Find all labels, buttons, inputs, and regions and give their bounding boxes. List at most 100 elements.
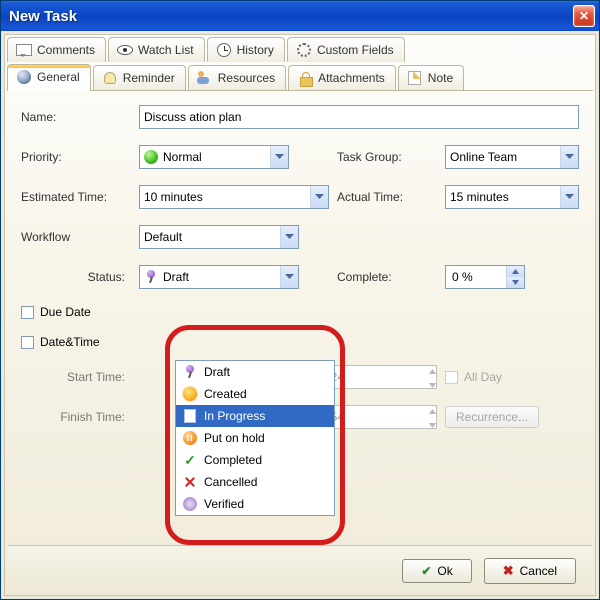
name-label: Name:	[21, 110, 131, 124]
esttime-value: 10 minutes	[144, 190, 203, 204]
dialog-footer: ✔ Ok ✖ Cancel	[8, 545, 592, 595]
status-option-verified[interactable]: Verified	[176, 493, 334, 515]
dialog-window: New Task ✕ Comments Watch List History C…	[0, 0, 600, 600]
complete-spinner[interactable]: 0 %	[445, 265, 525, 289]
duedate-checkbox[interactable]	[21, 306, 34, 319]
priority-value: Normal	[163, 150, 202, 164]
title-bar: New Task ✕	[1, 1, 599, 31]
tab-reminder[interactable]: Reminder	[93, 65, 186, 90]
datetime-row: Date&Time	[21, 335, 579, 349]
ok-button[interactable]: ✔ Ok	[402, 559, 471, 583]
tab-label: Attachments	[318, 71, 385, 85]
spinner-down-icon[interactable]	[506, 277, 524, 288]
taskgroup-value: Online Team	[450, 150, 517, 164]
tab-note[interactable]: Note	[398, 65, 464, 90]
acttime-combo[interactable]: 15 minutes	[445, 185, 579, 209]
spinner-up-icon[interactable]	[429, 363, 436, 377]
duedate-label: Due Date	[40, 305, 91, 319]
priority-icon	[144, 150, 158, 164]
eye-icon	[117, 42, 133, 58]
acttime-value: 15 minutes	[450, 190, 509, 204]
dd-label: In Progress	[204, 409, 265, 423]
allday-row: All Day	[445, 370, 502, 384]
spinner-down-icon[interactable]	[429, 377, 436, 391]
bell-icon	[102, 70, 118, 86]
datetime-checkbox[interactable]	[21, 336, 34, 349]
dd-label: Created	[204, 387, 247, 401]
workflow-combo[interactable]: Default	[139, 225, 299, 249]
close-icon: ✕	[579, 9, 589, 23]
tab-row-top: Comments Watch List History Custom Field…	[7, 37, 593, 62]
status-label: Status:	[21, 270, 131, 284]
dd-label: Put on hold	[204, 431, 265, 445]
tab-label: Custom Fields	[317, 43, 394, 57]
priority-label: Priority:	[21, 150, 131, 164]
taskgroup-label: Task Group:	[337, 150, 437, 164]
allday-label: All Day	[464, 370, 502, 384]
status-option-inprogress[interactable]: In Progress	[176, 405, 334, 427]
status-option-putonhold[interactable]: II Put on hold	[176, 427, 334, 449]
tab-history[interactable]: History	[207, 37, 285, 62]
esttime-label: Estimated Time:	[21, 190, 131, 204]
check-icon: ✔	[421, 564, 431, 578]
tab-general[interactable]: General	[7, 64, 91, 91]
taskgroup-combo[interactable]: Online Team	[445, 145, 579, 169]
tab-row-bottom: General Reminder Resources Attachments N…	[7, 64, 593, 90]
comment-icon	[16, 42, 32, 58]
tab-label: General	[37, 70, 80, 84]
tab-resources[interactable]: Resources	[188, 65, 286, 90]
note-icon	[407, 70, 423, 86]
priority-combo[interactable]: Normal	[139, 145, 289, 169]
page-icon	[182, 408, 198, 424]
spinner-down-icon[interactable]	[429, 417, 436, 431]
recurrence-button[interactable]: Recurrence...	[445, 406, 539, 428]
xred-icon	[182, 474, 198, 490]
tab-label: Reminder	[123, 71, 175, 85]
people-icon	[197, 70, 213, 86]
datetime-label: Date&Time	[40, 335, 100, 349]
tab-rows: Comments Watch List History Custom Field…	[5, 37, 595, 90]
tab-comments[interactable]: Comments	[7, 37, 106, 62]
acttime-label: Actual Time:	[337, 190, 437, 204]
pin-purple-icon	[144, 270, 158, 284]
status-combo[interactable]: Draft	[139, 265, 299, 289]
dd-label: Draft	[204, 365, 230, 379]
esttime-combo[interactable]: 10 minutes	[139, 185, 329, 209]
chevron-down-icon[interactable]	[310, 186, 328, 208]
complete-label: Complete:	[337, 270, 437, 284]
status-dropdown[interactable]: Draft Created In Progress IIPut on hold …	[175, 360, 335, 516]
chevron-down-icon[interactable]	[270, 146, 288, 168]
status-option-draft[interactable]: Draft	[176, 361, 334, 383]
spinner-up-icon[interactable]	[429, 403, 436, 417]
dd-label: Verified	[204, 497, 244, 511]
lock-icon	[297, 70, 313, 86]
name-input[interactable]: Discuss ation plan	[139, 105, 579, 129]
dd-label: Cancelled	[204, 475, 257, 489]
spinner-up-icon[interactable]	[506, 266, 524, 277]
tab-watchlist[interactable]: Watch List	[108, 37, 205, 62]
cancel-icon: ✖	[503, 563, 514, 579]
tab-label: History	[237, 43, 274, 57]
complete-value: 0 %	[446, 270, 506, 284]
chevron-down-icon[interactable]	[280, 266, 298, 288]
chevron-down-icon[interactable]	[560, 146, 578, 168]
chevron-down-icon[interactable]	[560, 186, 578, 208]
sphere-icon	[16, 69, 32, 85]
tab-attachments[interactable]: Attachments	[288, 65, 396, 90]
status-option-completed[interactable]: ✓Completed	[176, 449, 334, 471]
sun-icon	[182, 386, 198, 402]
tab-customfields[interactable]: Custom Fields	[287, 37, 405, 62]
cancel-button[interactable]: ✖ Cancel	[484, 558, 576, 584]
chevron-down-icon[interactable]	[280, 226, 298, 248]
status-option-created[interactable]: Created	[176, 383, 334, 405]
allday-checkbox[interactable]	[445, 371, 458, 384]
finishtime-label: Finish Time:	[21, 410, 131, 424]
starttime-label: Start Time:	[21, 370, 131, 384]
status-option-cancelled[interactable]: Cancelled	[176, 471, 334, 493]
tab-label: Comments	[37, 43, 95, 57]
window-title: New Task	[9, 8, 77, 25]
close-button[interactable]: ✕	[573, 5, 595, 27]
pause-icon: II	[182, 430, 198, 446]
workflow-label: Workflow	[21, 230, 131, 244]
tab-label: Resources	[218, 71, 275, 85]
